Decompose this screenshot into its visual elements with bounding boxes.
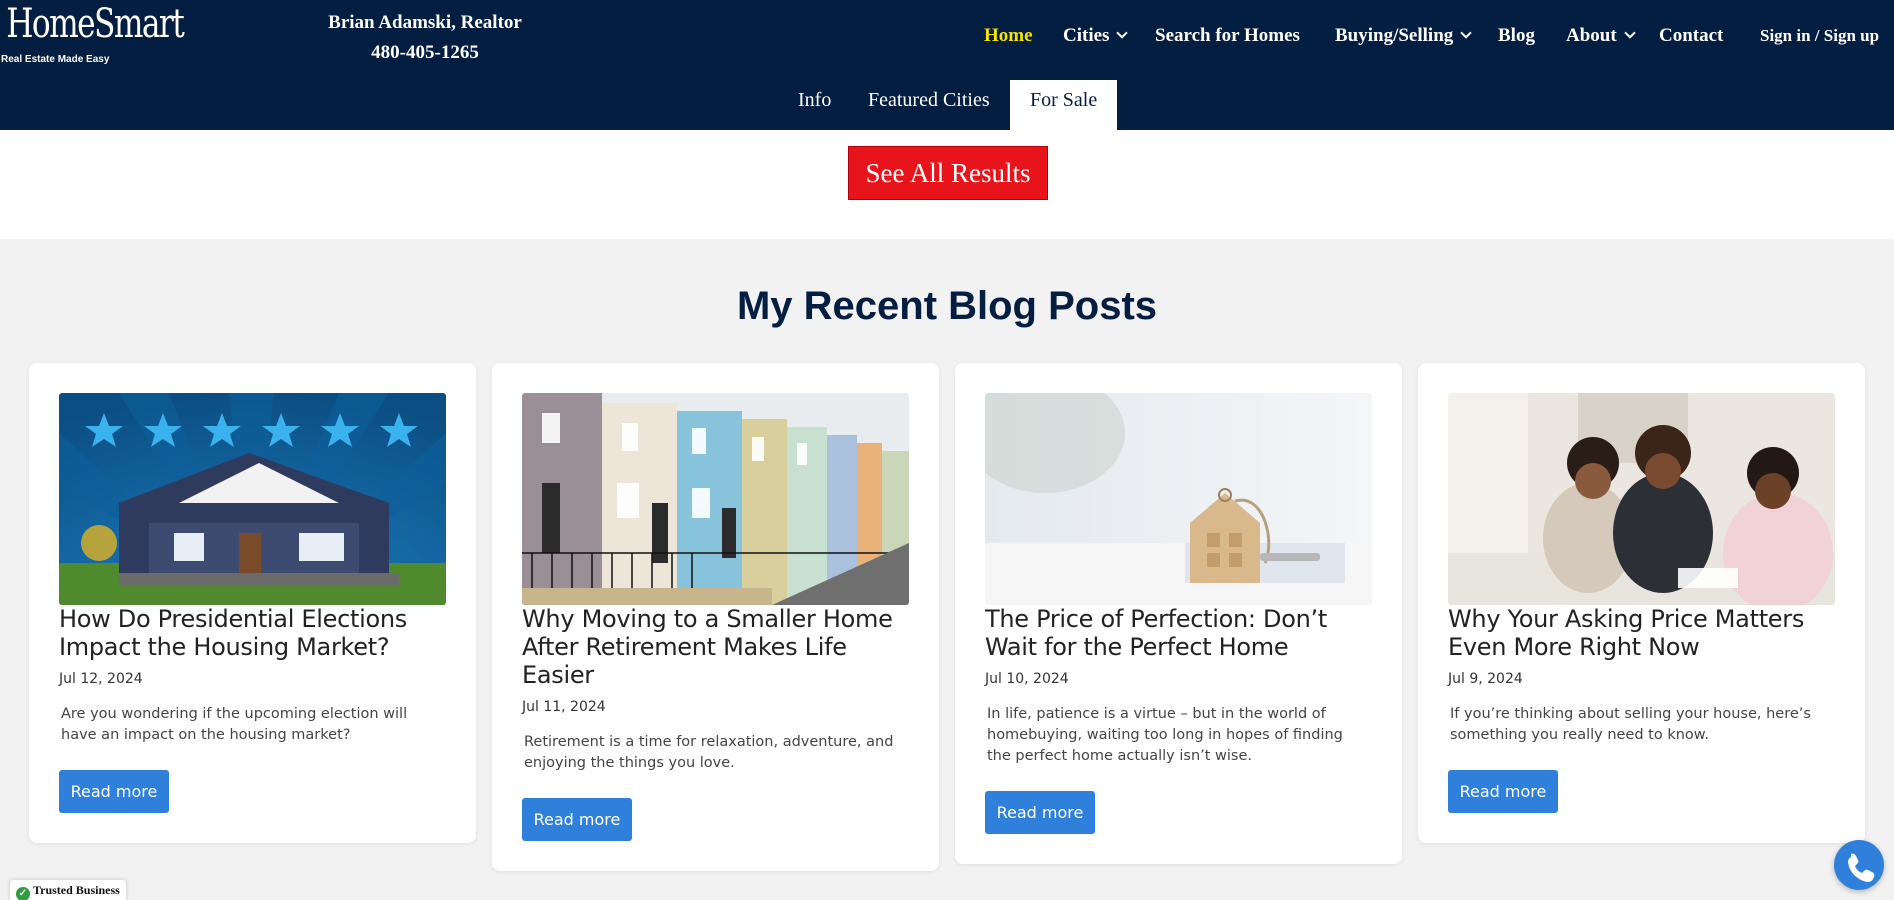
signin-link[interactable]: Sign in / Sign up (1760, 22, 1879, 50)
nav-item-blog[interactable]: Blog (1498, 22, 1535, 50)
nav-label: About (1566, 25, 1617, 46)
agent-info: Brian Adamski, Realtor 480-405-1265 (300, 8, 550, 68)
post-excerpt: In life, patience is a virtue – but in t… (987, 706, 1343, 764)
blog-card: Why Moving to a Smaller Home After Retir… (492, 363, 939, 871)
check-circle-icon: ✓ (16, 887, 30, 900)
post-title[interactable]: The Price of Perfection: Don’t Wait for … (985, 605, 1380, 661)
nav-item-cities[interactable]: Cities (1063, 22, 1129, 50)
post-title[interactable]: Why Moving to a Smaller Home After Retir… (522, 605, 917, 689)
nav-label: Search for Homes (1155, 25, 1300, 46)
tab-info[interactable]: Info (778, 80, 851, 130)
call-button[interactable] (1834, 840, 1884, 890)
post-date: Jul 10, 2024 (985, 671, 1069, 687)
tab-featured-cities[interactable]: Featured Cities (848, 80, 1010, 130)
post-title[interactable]: How Do Presidential Elections Impact the… (59, 605, 454, 661)
agent-phone[interactable]: 480-405-1265 (300, 38, 550, 68)
logo-wordmark: HomeSmart (6, 1, 185, 47)
nav-item-buying-selling[interactable]: Buying/Selling (1335, 22, 1472, 50)
trusted-label: Trusted Business (33, 883, 120, 897)
post-image-wooden-house-keychain[interactable] (985, 393, 1372, 605)
logo[interactable]: HomeSmart Real Estate Made Easy (0, 1, 185, 72)
nav-label: Blog (1498, 25, 1535, 46)
nav-label: Home (984, 25, 1033, 46)
trusted-business-badge[interactable]: ✓ Trusted Business (10, 880, 126, 900)
site-header: HomeSmart Real Estate Made Easy Brian Ad… (0, 0, 1894, 130)
post-excerpt: Retirement is a time for relaxation, adv… (524, 734, 894, 771)
nav-item-contact[interactable]: Contact (1659, 22, 1723, 50)
logo-tagline: Real Estate Made Easy (1, 54, 110, 65)
blog-card: Why Your Asking Price Matters Even More … (1418, 363, 1865, 843)
nav-item-home[interactable]: Home (984, 22, 1033, 50)
read-more-button[interactable]: Read more (522, 798, 632, 841)
results-section: See All Results (0, 130, 1894, 239)
nav-item-about[interactable]: About (1566, 22, 1636, 50)
chevron-down-icon (1460, 27, 1472, 39)
agent-name: Brian Adamski, Realtor (328, 12, 522, 33)
post-title[interactable]: Why Your Asking Price Matters Even More … (1448, 605, 1843, 661)
read-more-button[interactable]: Read more (1448, 770, 1558, 813)
post-image-colorful-townhouses[interactable] (522, 393, 909, 605)
nav-label: Contact (1659, 25, 1724, 46)
post-image-agent-with-clients[interactable] (1448, 393, 1835, 605)
post-excerpt: Are you wondering if the upcoming electi… (61, 706, 408, 743)
post-image-house-with-stars[interactable] (59, 393, 446, 605)
read-more-button[interactable]: Read more (985, 791, 1095, 834)
nav-label: Cities (1063, 25, 1110, 46)
blog-card: How Do Presidential Elections Impact the… (29, 363, 476, 843)
see-all-results-button[interactable]: See All Results (848, 146, 1048, 200)
nav-label: Buying/Selling (1335, 25, 1454, 46)
chevron-down-icon (1624, 27, 1636, 39)
blog-card: The Price of Perfection: Don’t Wait for … (955, 363, 1402, 864)
post-date: Jul 11, 2024 (522, 699, 606, 715)
blog-section-title: My Recent Blog Posts (736, 284, 1158, 328)
tab-for-sale[interactable]: For Sale (1010, 80, 1118, 130)
nav-item-search-for-homes[interactable]: Search for Homes (1155, 22, 1300, 50)
chevron-down-icon (1116, 27, 1129, 39)
post-date: Jul 12, 2024 (59, 671, 143, 687)
phone-icon (1848, 853, 1875, 882)
post-excerpt: If you’re thinking about selling your ho… (1450, 706, 1811, 743)
read-more-button[interactable]: Read more (59, 770, 169, 813)
post-date: Jul 9, 2024 (1448, 671, 1523, 687)
